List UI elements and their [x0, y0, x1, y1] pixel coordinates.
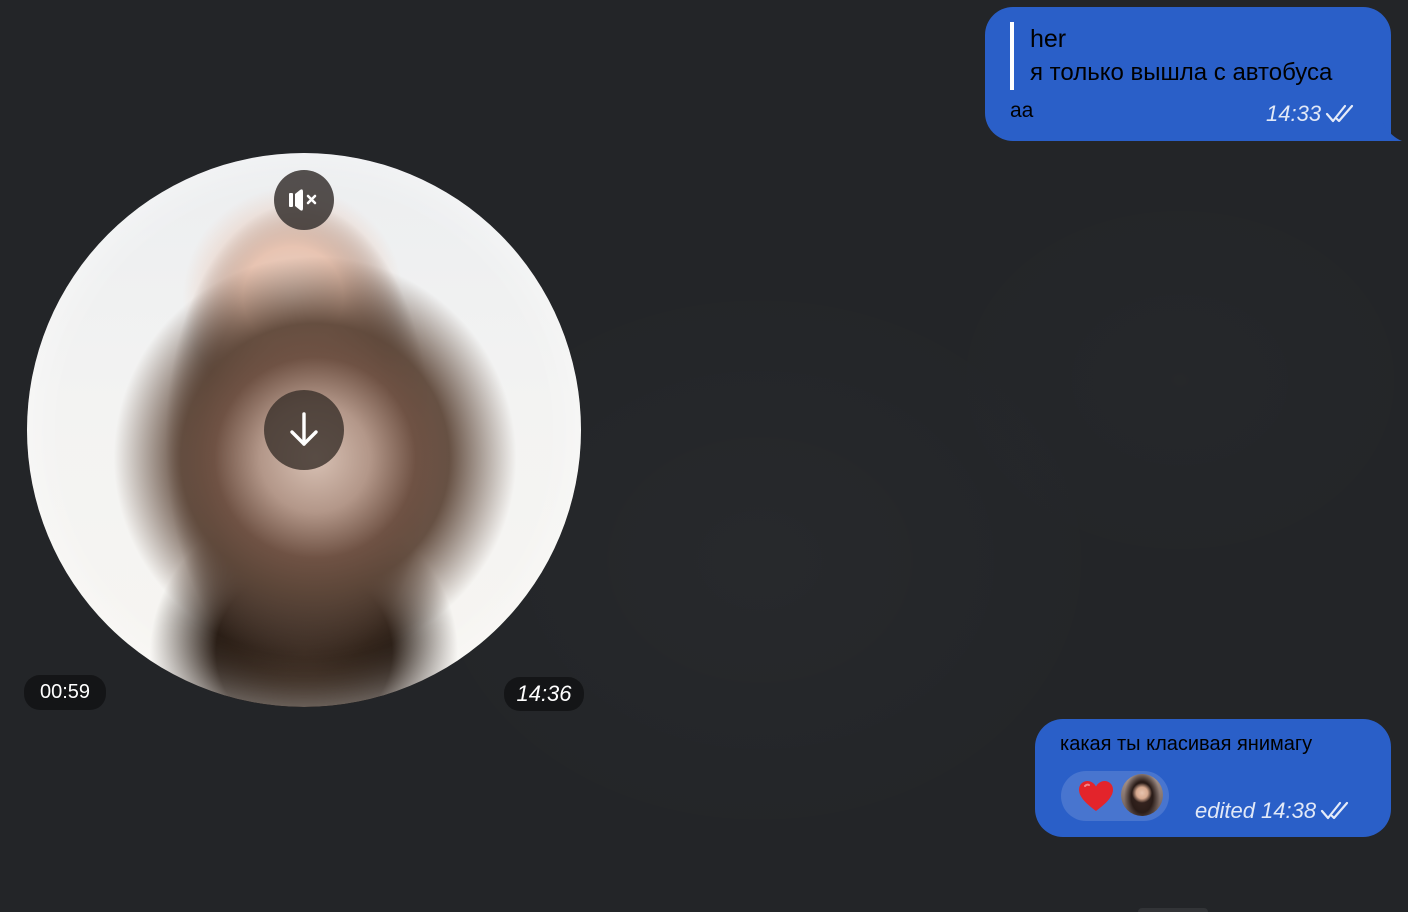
message-text: аа	[1010, 99, 1034, 122]
chat-view: her я только вышла с автобуса аа 14:33 0…	[0, 0, 1408, 912]
message-text: какая ты класивая янимагу	[1060, 733, 1313, 755]
scroll-indicator	[1138, 908, 1208, 912]
reply-sender-name: her	[1030, 25, 1067, 53]
red-heart-icon	[1079, 781, 1113, 811]
speaker-muted-icon	[289, 189, 317, 211]
double-check-icon	[1325, 104, 1354, 123]
message-meta: 14:33	[1266, 101, 1355, 127]
video-duration-badge: 00:59	[24, 675, 106, 710]
message-edited-time: edited 14:38	[1195, 798, 1317, 823]
download-button[interactable]	[264, 390, 344, 470]
message-meta: edited 14:38	[1195, 798, 1350, 824]
reply-quote[interactable]: her я только вышла с автобуса	[1010, 22, 1332, 90]
double-check-icon	[1321, 801, 1349, 820]
download-arrow-icon	[290, 412, 318, 446]
reactor-avatar	[1121, 774, 1163, 816]
reply-message-text: я только вышла с автобуса	[1030, 59, 1333, 86]
mute-toggle-button[interactable]	[274, 170, 334, 230]
message-time: 14:33	[1266, 101, 1322, 126]
video-time-badge: 14:36	[504, 677, 584, 711]
